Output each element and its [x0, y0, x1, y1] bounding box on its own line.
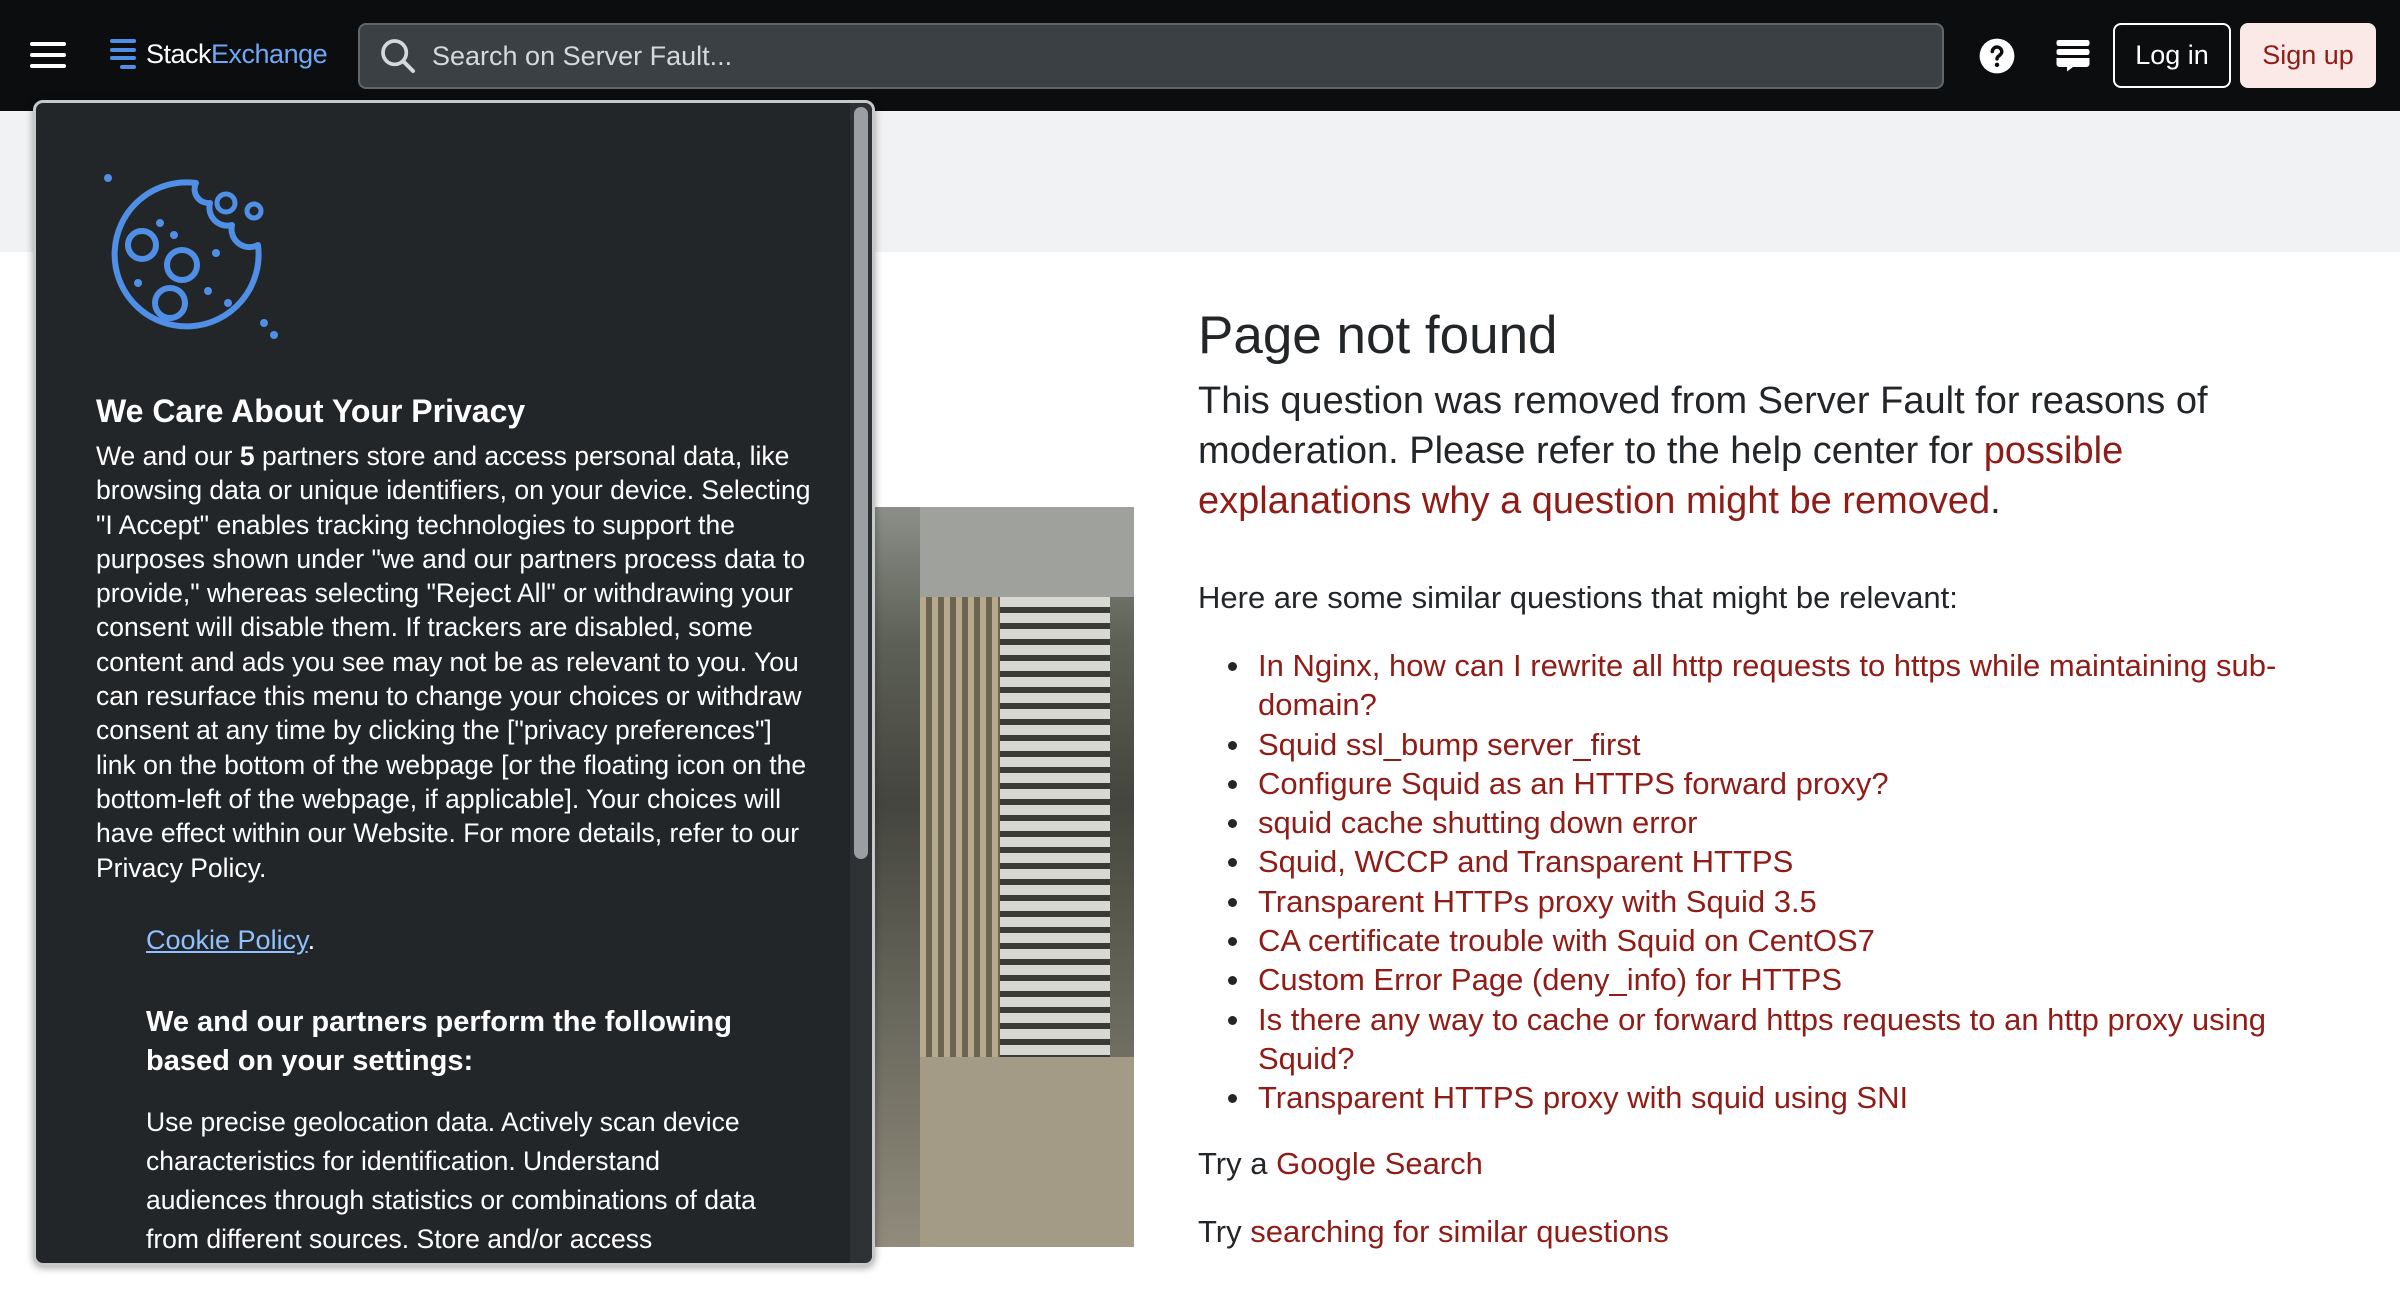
- try-similar-line: Try searching for similar questions: [1198, 1213, 1669, 1249]
- stackexchange-logo[interactable]: StackExchange: [110, 32, 328, 76]
- cookie-policy-line: Cookie Policy.: [146, 925, 316, 955]
- similar-question-link[interactable]: In Nginx, how can I rewrite all http req…: [1228, 646, 2278, 725]
- logo-text: StackExchange: [146, 38, 328, 69]
- search-similar-link[interactable]: searching for similar questions: [1250, 1214, 1669, 1249]
- search-box[interactable]: [358, 23, 1944, 89]
- privacy-scrollbar[interactable]: [850, 103, 872, 1263]
- privacy-scrollbar-thumb[interactable]: [854, 107, 868, 859]
- similar-question-link[interactable]: squid cache shutting down error: [1228, 803, 2278, 842]
- try-google-line: Try a Google Search: [1198, 1145, 1483, 1181]
- google-search-link[interactable]: Google Search: [1276, 1146, 1483, 1181]
- similar-questions-intro: Here are some similar questions that mig…: [1198, 580, 1958, 615]
- cookie-policy-link[interactable]: Cookie Policy: [146, 925, 308, 955]
- privacy-title: We Care About Your Privacy: [96, 393, 526, 429]
- privacy-body-text: We and our 5 partners store and access p…: [96, 441, 811, 883]
- privacy-consent-dialog: We Care About Your Privacy We and our 5 …: [33, 100, 875, 1266]
- page-title: Page not found: [1198, 306, 1558, 365]
- partners-settings-heading: We and our partners perform the followin…: [146, 1006, 732, 1077]
- top-bar: StackExchange Log in Sign up: [0, 0, 2400, 111]
- similar-questions-list: In Nginx, how can I rewrite all http req…: [1228, 646, 2278, 1118]
- removal-message: This question was removed from Server Fa…: [1198, 380, 2208, 522]
- inbox-icon[interactable]: [2055, 37, 2091, 73]
- main-content: Page not found This question was removed…: [1198, 300, 2278, 1252]
- similar-question-link[interactable]: Transparent HTTPs proxy with Squid 3.5: [1228, 882, 2278, 921]
- similar-question-link[interactable]: Configure Squid as an HTTPS forward prox…: [1228, 764, 2278, 803]
- purposes-text: Use precise geolocation data. Actively s…: [146, 1107, 756, 1254]
- cookie-icon: [104, 174, 278, 339]
- search-icon: [381, 39, 415, 73]
- help-icon[interactable]: [1978, 37, 2016, 75]
- signup-button[interactable]: Sign up: [2240, 23, 2376, 88]
- stackexchange-logo-icon: [110, 39, 136, 69]
- login-button[interactable]: Log in: [2113, 23, 2231, 88]
- hamburger-menu-icon[interactable]: [30, 38, 66, 72]
- similar-question-link[interactable]: Squid ssl_bump server_first: [1228, 725, 2278, 764]
- similar-question-link[interactable]: Is there any way to cache or forward htt…: [1228, 1000, 2278, 1079]
- similar-question-link[interactable]: Custom Error Page (deny_info) for HTTPS: [1228, 960, 2278, 999]
- search-input[interactable]: [432, 40, 1832, 72]
- similar-question-link[interactable]: Squid, WCCP and Transparent HTTPS: [1228, 842, 2278, 881]
- similar-question-link[interactable]: CA certificate trouble with Squid on Cen…: [1228, 921, 2278, 960]
- similar-question-link[interactable]: Transparent HTTPS proxy with squid using…: [1228, 1078, 2278, 1117]
